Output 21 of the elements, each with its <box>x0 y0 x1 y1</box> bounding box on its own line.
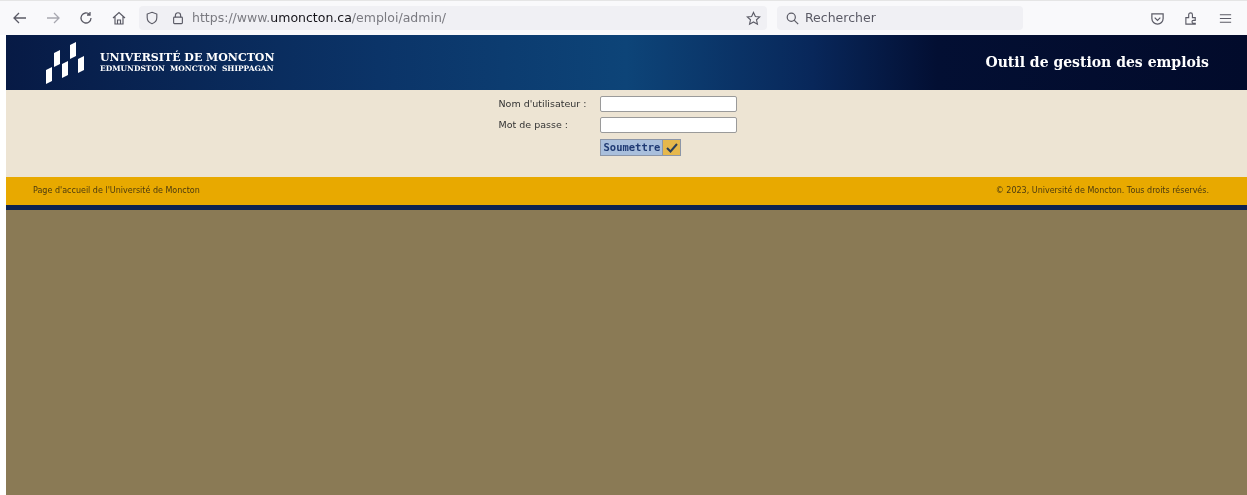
shield-icon[interactable] <box>145 11 159 25</box>
star-icon[interactable] <box>746 10 761 26</box>
app-title: Outil de gestion des emplois <box>985 53 1209 72</box>
pocket-icon[interactable] <box>1150 10 1165 26</box>
field-label: Mot de passe : <box>498 117 569 132</box>
submit-button[interactable]: Soumettre <box>599 139 682 156</box>
homepage-link[interactable]: Page d'accueil de l'Université de Moncton <box>33 185 200 197</box>
home-icon[interactable] <box>111 10 127 26</box>
password-field[interactable] <box>599 117 737 133</box>
extensions-icon[interactable] <box>1184 10 1199 26</box>
search-icon <box>786 11 799 25</box>
back-icon[interactable] <box>12 10 28 26</box>
lock-icon[interactable] <box>171 11 185 25</box>
logo-title: UNIVERSITÉ DE MONCTON <box>100 51 275 64</box>
username-field[interactable] <box>599 96 737 112</box>
copyright-text: © 2023, Université de Moncton. Tous droits réservés. <box>995 185 1209 197</box>
university-logo-icon <box>46 41 86 84</box>
reload-icon[interactable] <box>78 10 94 26</box>
checkmark-icon <box>665 142 678 153</box>
search-field[interactable]: Rechercher <box>777 6 1023 30</box>
field-label: Nom d'utilisateur : <box>498 96 588 111</box>
